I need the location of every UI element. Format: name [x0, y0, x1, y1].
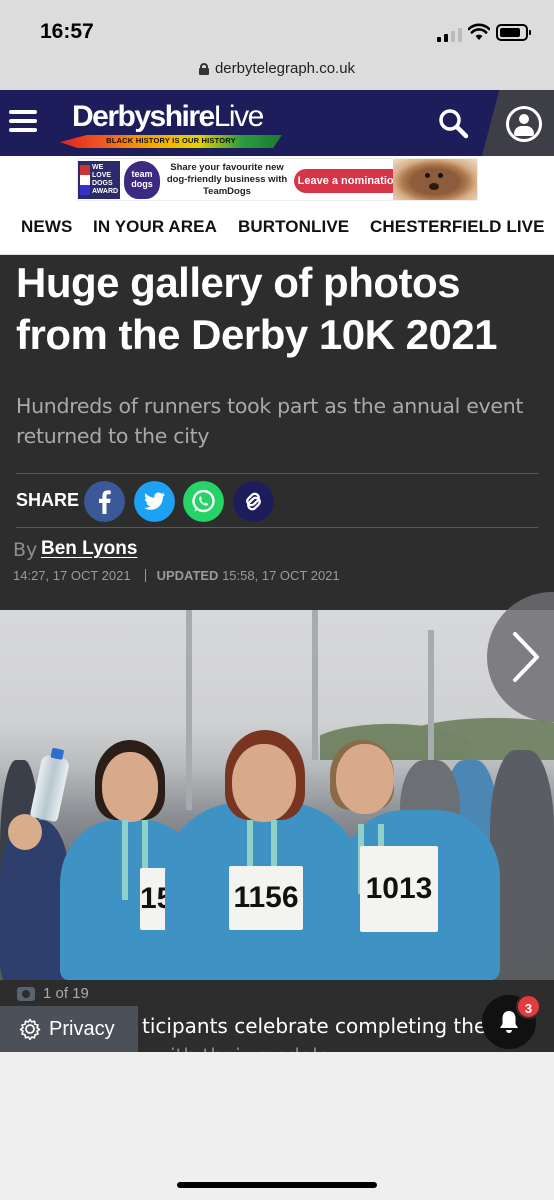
- status-bar: 16:57: [0, 0, 554, 58]
- banner-strip: WE LOVE DOGS AWARD team dogs Share your …: [0, 156, 554, 203]
- banner-message: Share your favourite new dog-friendly bu…: [166, 162, 288, 197]
- promo-banner[interactable]: WE LOVE DOGS AWARD team dogs Share your …: [77, 158, 478, 201]
- home-indicator[interactable]: [177, 1182, 377, 1188]
- account-icon[interactable]: [506, 106, 542, 142]
- leave-nomination-button[interactable]: Leave a nomination: [294, 169, 404, 193]
- divider: [16, 473, 538, 474]
- section-nav: NEWS IN YOUR AREA BURTONLIVE CHESTERFIEL…: [0, 203, 554, 255]
- hamburger-icon[interactable]: [9, 110, 37, 132]
- lock-icon: [198, 62, 209, 75]
- teamdogs-logo: team dogs: [124, 161, 160, 199]
- camera-icon: [17, 986, 35, 1001]
- gallery-counter: 1 of 19: [17, 985, 89, 1002]
- article-dateline: 14:27, 17 OCT 2021 UPDATED 15:58, 17 OCT …: [13, 568, 340, 583]
- privacy-label: Privacy: [49, 1017, 115, 1040]
- share-label: SHARE: [16, 490, 80, 510]
- search-icon[interactable]: [436, 106, 470, 140]
- nav-tab-chesterfield-live[interactable]: CHESTERFIELD LIVE: [370, 217, 545, 237]
- wifi-icon: [468, 23, 490, 40]
- link-icon[interactable]: [233, 481, 274, 522]
- caption-line-2: ith their medals: [170, 1044, 328, 1052]
- race-bib: 1156: [229, 866, 303, 930]
- bell-icon: [500, 1011, 518, 1033]
- article-header: Huge gallery of photos from the Derby 10…: [0, 255, 554, 610]
- divider: [16, 527, 538, 528]
- article-headline: Huge gallery of photos from the Derby 10…: [16, 259, 498, 358]
- status-time: 16:57: [40, 20, 94, 43]
- published-time: 14:27, 17 OCT 2021: [13, 568, 131, 583]
- site-logo[interactable]: DerbyshireLive BLACK HISTORY IS OUR HIST…: [60, 96, 290, 150]
- article-standfirst: Hundreds of runners took part as the ann…: [16, 394, 524, 448]
- gallery-photo[interactable]: 1515 1156 1013: [0, 610, 554, 980]
- whatsapp-icon[interactable]: [183, 481, 224, 522]
- logo-text-light: Live: [213, 100, 265, 133]
- updated-time: 15:58, 17 OCT 2021: [222, 568, 340, 583]
- photo-runner: 1013: [330, 738, 510, 980]
- author-link[interactable]: Ben Lyons: [41, 538, 137, 560]
- logo-text-bold: Derbyshire: [72, 100, 215, 133]
- cellular-signal-icon: [437, 26, 463, 42]
- dog-image: [393, 159, 477, 200]
- twitter-icon[interactable]: [134, 481, 175, 522]
- byline-prefix: By: [13, 539, 38, 561]
- notification-count-badge: 3: [516, 994, 541, 1019]
- privacy-button[interactable]: Privacy: [0, 1006, 138, 1052]
- photo-crowd: [8, 814, 42, 850]
- logo-tagline: BLACK HISTORY IS OUR HISTORY: [106, 136, 236, 145]
- nav-tab-in-your-area[interactable]: IN YOUR AREA: [93, 217, 217, 237]
- facebook-icon[interactable]: [84, 481, 125, 522]
- nav-tab-burtonlive[interactable]: BURTONLIVE: [238, 217, 349, 237]
- award-badge: WE LOVE DOGS AWARD: [78, 161, 120, 199]
- screen: 16:57 derbytelegraph.co.uk DerbyshireLiv…: [0, 0, 554, 1200]
- caption-line-1: ticipants celebrate completing the: [142, 1014, 487, 1038]
- gallery-counter-text: 1 of 19: [43, 985, 89, 1002]
- race-bib: 1013: [360, 846, 438, 932]
- nav-tab-news[interactable]: NEWS: [21, 217, 72, 237]
- browser-url-bar[interactable]: derbytelegraph.co.uk: [0, 58, 554, 90]
- url-text: derbytelegraph.co.uk: [214, 60, 356, 77]
- battery-icon: [496, 24, 531, 41]
- site-header: DerbyshireLive BLACK HISTORY IS OUR HIST…: [0, 90, 554, 156]
- updated-label: UPDATED: [156, 568, 219, 583]
- gear-icon: [19, 1018, 41, 1040]
- chevron-right-icon: [513, 632, 539, 682]
